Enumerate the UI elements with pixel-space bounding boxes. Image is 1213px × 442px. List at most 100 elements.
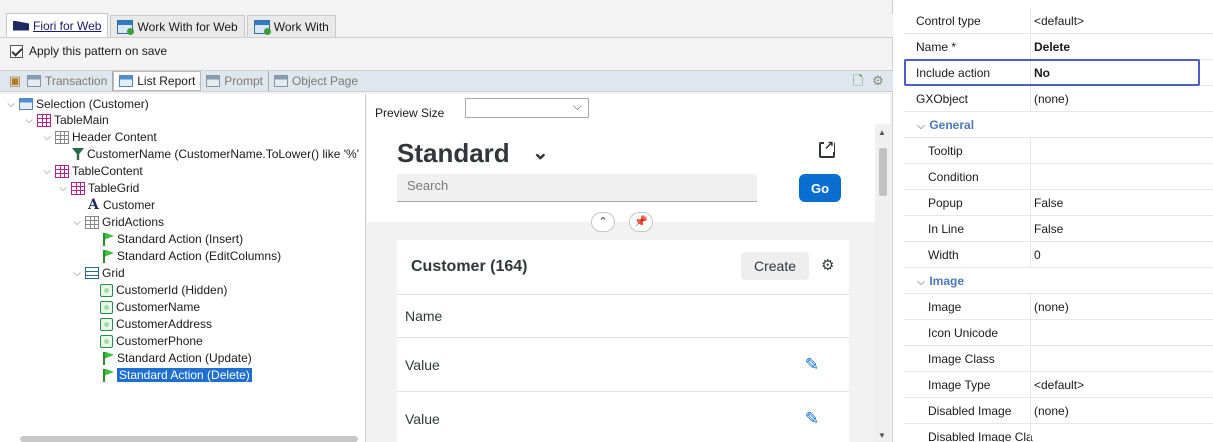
tab-work-with[interactable]: Work With <box>246 15 336 37</box>
chevron-down-icon[interactable]: ⌵ <box>6 99 16 110</box>
table-row[interactable]: Value ✎ <box>397 392 849 442</box>
tree-node-customer[interactable]: A Customer <box>88 197 155 213</box>
collapse-header-button[interactable]: ⌃ <box>591 212 615 232</box>
scroll-up-icon[interactable]: ▲ <box>878 128 886 137</box>
prop-condition[interactable]: Condition <box>904 164 1213 190</box>
group-general[interactable]: ⌵ General <box>904 112 1213 138</box>
variant-title[interactable]: Standard <box>397 138 510 169</box>
prop-disabled-image[interactable]: Disabled Image (none) <box>904 398 1213 424</box>
flag-icon <box>102 368 114 382</box>
chevron-down-icon[interactable]: ⌵ <box>42 166 52 177</box>
chevron-down-icon[interactable]: ⌵ <box>72 268 82 279</box>
prop-width[interactable]: Width 0 <box>904 242 1213 268</box>
tree-node-gridactions[interactable]: ⌵ GridActions <box>72 214 164 230</box>
chevron-down-icon[interactable]: ⌵ <box>916 277 926 288</box>
table-row[interactable]: Value ✎ <box>397 338 849 392</box>
tab-object-page[interactable]: Object Page <box>269 71 363 91</box>
create-button[interactable]: Create <box>741 252 809 280</box>
prompt-icon <box>206 75 221 87</box>
tree-node-action-delete[interactable]: Standard Action (Delete) <box>102 367 252 383</box>
chevron-down-icon[interactable]: ⌵ <box>72 217 82 228</box>
preview-size-select[interactable] <box>465 98 589 118</box>
tree-node-selection[interactable]: ⌵ Selection (Customer) <box>6 96 149 112</box>
edit-icon[interactable]: ✎ <box>805 409 819 429</box>
text-icon: A <box>88 197 99 213</box>
tree-node-label: Customer <box>103 198 156 212</box>
prop-icon-unicode[interactable]: Icon Unicode <box>904 320 1213 346</box>
go-button[interactable]: Go <box>799 174 841 202</box>
tab-prompt[interactable]: Prompt <box>201 71 269 91</box>
tree-node-customername[interactable]: CustomerName <box>100 299 200 315</box>
tree-node-customerphone[interactable]: CustomerPhone <box>100 333 203 349</box>
prop-value[interactable]: <default> <box>1034 14 1084 28</box>
prop-image[interactable]: Image (none) <box>904 294 1213 320</box>
prop-inline[interactable]: In Line False <box>904 216 1213 242</box>
prop-image-class[interactable]: Image Class <box>904 346 1213 372</box>
tree-node-grid[interactable]: ⌵ Grid <box>72 265 124 281</box>
group-header: ⌵ General <box>916 118 974 132</box>
prop-value[interactable]: (none) <box>1034 92 1069 106</box>
tree-node-header-content[interactable]: ⌵ Header Content <box>42 129 157 145</box>
tree-node-label: TableGrid <box>88 181 140 195</box>
tab-fiori-for-web[interactable]: Fiori for Web <box>6 13 109 37</box>
prop-value[interactable]: False <box>1034 196 1063 210</box>
gear-icon[interactable]: ⚙ <box>871 74 885 88</box>
tab-list-report[interactable]: List Report <box>113 71 202 91</box>
chevron-down-icon[interactable]: ⌵ <box>58 183 68 194</box>
table-settings-icon[interactable]: ⚙ <box>821 256 834 274</box>
prop-image-type[interactable]: Image Type <default> <box>904 372 1213 398</box>
toolbar-right: 🗋 ⚙ <box>851 74 885 88</box>
tree-node-action-update[interactable]: Standard Action (Update) <box>102 350 252 366</box>
preview-vertical-scrollbar[interactable]: ▲ ▼ <box>875 124 890 442</box>
new-item-icon[interactable]: 🗋 <box>851 74 865 88</box>
tree-node-customername-filter[interactable]: CustomerName (CustomerName.ToLower() lik… <box>72 146 359 162</box>
tree-node-action-editcolumns[interactable]: Standard Action (EditColumns) <box>102 248 281 264</box>
prop-value[interactable]: False <box>1034 222 1063 236</box>
tree-node-label: Standard Action (EditColumns) <box>117 249 282 263</box>
prop-disabled-image-class[interactable]: Disabled Image Cla <box>904 424 1213 442</box>
preview-pane: Preview Size Standard ⌄ Search Go ⌃ 📌 Cu… <box>367 94 890 442</box>
tab-label: Fiori for Web <box>33 18 102 33</box>
apply-pattern-label: Apply this pattern on save <box>29 44 168 58</box>
tree-node-customeraddress[interactable]: CustomerAddress <box>100 316 212 332</box>
edit-icon[interactable]: ✎ <box>805 355 819 375</box>
search-input[interactable]: Search <box>397 174 757 202</box>
prop-value[interactable]: Delete <box>1034 40 1070 54</box>
prop-name-field[interactable]: Name * Delete <box>904 34 1213 60</box>
cell-value: Value <box>405 410 440 427</box>
prop-name: Disabled Image Cla <box>928 429 1033 442</box>
tree-node-tablemain[interactable]: ⌵ TableMain <box>24 112 109 128</box>
tab-transaction[interactable]: Transaction <box>22 71 114 91</box>
share-icon[interactable] <box>819 138 835 158</box>
prop-name: Popup <box>928 195 963 210</box>
customer-table: Customer (164) Create ⚙ Name Value ✎ Val… <box>397 240 849 442</box>
tree-node-action-insert[interactable]: Standard Action (Insert) <box>102 231 243 247</box>
tree-node-customerid[interactable]: CustomerId (Hidden) <box>100 282 227 298</box>
prop-popup[interactable]: Popup False <box>904 190 1213 216</box>
tree-node-label: CustomerName (CustomerName.ToLower() lik… <box>87 147 359 161</box>
chevron-down-icon[interactable]: ⌵ <box>42 132 52 143</box>
attribute-icon <box>100 300 113 314</box>
prop-tooltip[interactable]: Tooltip <box>904 138 1213 164</box>
fiori-icon <box>13 20 29 31</box>
chevron-down-icon[interactable]: ⌵ <box>24 115 34 126</box>
prop-gxobject[interactable]: GXObject (none) <box>904 86 1213 112</box>
prop-value[interactable]: 0 <box>1034 248 1041 262</box>
tab-work-with-for-web[interactable]: Work With for Web <box>110 15 245 37</box>
prop-control-type[interactable]: Control type <default> <box>904 8 1213 34</box>
properties-icon[interactable]: ▣ <box>8 74 22 88</box>
chevron-down-icon[interactable]: ⌄ <box>532 140 549 165</box>
scroll-thumb[interactable] <box>879 148 887 196</box>
pin-icon[interactable]: 📌 <box>629 212 653 232</box>
scroll-down-icon[interactable]: ▼ <box>878 431 886 440</box>
tree-horizontal-scrollbar[interactable] <box>20 436 358 442</box>
prop-name: Condition <box>928 169 979 184</box>
tree-node-tablegrid[interactable]: ⌵ TableGrid <box>58 180 139 196</box>
apply-pattern-checkbox[interactable] <box>10 44 23 58</box>
prop-value[interactable]: (none) <box>1034 404 1069 418</box>
group-image[interactable]: ⌵ Image <box>904 268 1213 294</box>
tree-node-tablecontent[interactable]: ⌵ TableContent <box>42 163 143 179</box>
chevron-down-icon[interactable]: ⌵ <box>916 121 926 132</box>
prop-value[interactable]: <default> <box>1034 378 1084 392</box>
prop-value[interactable]: (none) <box>1034 300 1069 314</box>
